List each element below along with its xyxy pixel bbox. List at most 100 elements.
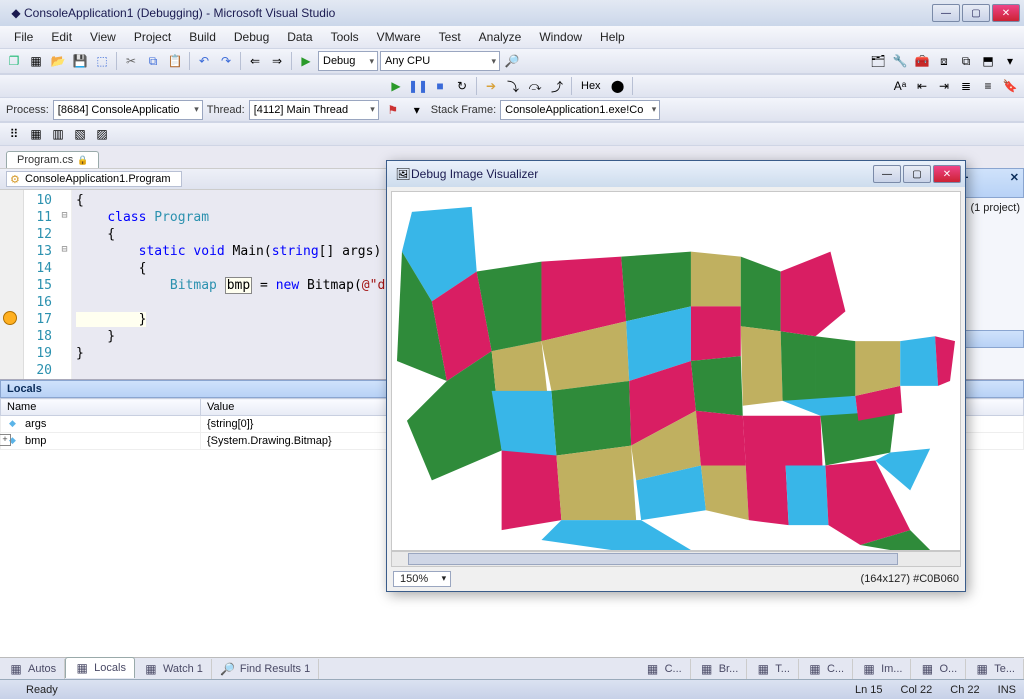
rtab[interactable]: ▦C... [799, 659, 853, 679]
text-editor-icon[interactable]: Aᵃ [890, 76, 910, 96]
standard-toolbar: ❐ ▦ 📂 💾 ⬚ ✂ ⧉ 📋 ↶ ↷ ⇐ ⇒ ▶ Debug Any CPU … [0, 48, 1024, 74]
nav-fwd-icon[interactable]: ⇒ [267, 51, 287, 71]
thread-filter-icon[interactable]: ▾ [407, 100, 427, 120]
step-into-icon[interactable]: ⤵ [503, 76, 523, 96]
redo-icon[interactable]: ↷ [216, 51, 236, 71]
toolbar-separator [116, 52, 117, 70]
rtab[interactable]: ▦Im... [853, 659, 911, 679]
thread-flag-icon[interactable]: ⚑ [383, 100, 403, 120]
current-statement-icon [3, 311, 17, 325]
zoom-dropdown[interactable]: 150% [393, 571, 451, 587]
stackframe-dropdown[interactable]: ConsoleApplication1.exe!Co [500, 100, 660, 120]
tool-icon[interactable]: ▦ [26, 124, 46, 144]
find-icon[interactable]: 🔎 [502, 51, 522, 71]
save-icon[interactable]: 💾 [70, 51, 90, 71]
menu-view[interactable]: View [82, 28, 124, 46]
thread-dropdown[interactable]: [4112] Main Thread [249, 100, 379, 120]
panel-close-icon[interactable]: ✕ [1010, 171, 1019, 195]
menu-build[interactable]: Build [181, 28, 224, 46]
add-item-icon[interactable]: ▦ [26, 51, 46, 71]
var-args[interactable]: args [1, 416, 201, 433]
viz-close-button[interactable]: ✕ [933, 165, 961, 183]
menu-edit[interactable]: Edit [43, 28, 80, 46]
step-out-icon[interactable]: ⤴ [547, 76, 567, 96]
menu-window[interactable]: Window [531, 28, 590, 46]
debug-image-visualizer-window[interactable]: 🖼 Debug Image Visualizer — ▢ ✕ [386, 160, 966, 592]
paste-icon[interactable]: 📋 [165, 51, 185, 71]
properties-icon[interactable]: 🔧 [890, 51, 910, 71]
rtab[interactable]: ▦T... [747, 659, 799, 679]
show-next-stmt-icon[interactable]: ➔ [481, 76, 501, 96]
start-debug-icon[interactable]: ▶ [296, 51, 316, 71]
tab-autos[interactable]: ▦Autos [0, 659, 65, 679]
copy-icon[interactable]: ⧉ [143, 51, 163, 71]
visualizer-canvas[interactable] [391, 191, 961, 551]
continue-icon[interactable]: ▶ [386, 76, 406, 96]
viz-minimize-button[interactable]: — [873, 165, 901, 183]
grip-icon: ⠿ [4, 124, 24, 144]
minimize-button[interactable]: — [932, 4, 960, 22]
menu-data[interactable]: Data [279, 28, 320, 46]
class-view-icon[interactable]: ⧈ [934, 51, 954, 71]
rtab[interactable]: ▦O... [911, 659, 966, 679]
bookmark-icon[interactable]: 🔖 [1000, 76, 1020, 96]
pixel-readout: (164x127) #C0B060 [861, 573, 959, 585]
uncomment-icon[interactable]: ≡ [978, 76, 998, 96]
visualizer-hscrollbar[interactable] [391, 551, 961, 567]
solution-explorer-icon[interactable]: 🗂 [868, 51, 888, 71]
rtab[interactable]: ▦Te... [966, 659, 1024, 679]
tab-watch1[interactable]: ▦Watch 1 [135, 659, 212, 679]
tool-icon[interactable]: ▥ [48, 124, 68, 144]
tab-locals[interactable]: ▦Locals [65, 657, 135, 678]
outdent-icon[interactable]: ⇥ [934, 76, 954, 96]
menu-help[interactable]: Help [592, 28, 633, 46]
object-browser-icon[interactable]: ⧉ [956, 51, 976, 71]
viz-maximize-button[interactable]: ▢ [903, 165, 931, 183]
process-dropdown[interactable]: [8684] ConsoleApplicatio [53, 100, 203, 120]
step-over-icon[interactable]: ⤼ [525, 76, 545, 96]
close-button[interactable]: ✕ [992, 4, 1020, 22]
rtab[interactable]: ▦C... [637, 659, 691, 679]
menu-debug[interactable]: Debug [226, 28, 277, 46]
new-project-icon[interactable]: ❐ [4, 51, 24, 71]
open-file-icon[interactable]: 📂 [48, 51, 68, 71]
visualizer-title: Debug Image Visualizer [411, 167, 873, 181]
class-breadcrumb[interactable]: ConsoleApplication1.Program [6, 171, 182, 187]
col-name[interactable]: Name [1, 399, 201, 416]
scroll-thumb[interactable] [408, 553, 898, 565]
menu-project[interactable]: Project [126, 28, 179, 46]
tab-findresults[interactable]: 🔎Find Results 1 [212, 659, 319, 679]
more-icon[interactable]: ▾ [1000, 51, 1020, 71]
tab-label: Program.cs [17, 154, 73, 166]
maximize-button[interactable]: ▢ [962, 4, 990, 22]
pin-icon[interactable]: 🔒 [77, 155, 88, 166]
solution-config-dropdown[interactable]: Debug [318, 51, 378, 71]
restart-icon[interactable]: ↻ [452, 76, 472, 96]
breakpoints-icon[interactable]: ⬤ [608, 76, 628, 96]
platform-dropdown[interactable]: Any CPU [380, 51, 500, 71]
menu-file[interactable]: File [6, 28, 41, 46]
tool-icon[interactable]: ▨ [92, 124, 112, 144]
status-col: Col 22 [901, 684, 933, 696]
nav-back-icon[interactable]: ⇐ [245, 51, 265, 71]
var-bmp[interactable]: bmp [1, 433, 201, 450]
rtab[interactable]: ▦Br... [691, 659, 748, 679]
menu-test[interactable]: Test [431, 28, 469, 46]
hex-toggle[interactable]: Hex [576, 76, 606, 96]
statusbar: Ready Ln 15 Col 22 Ch 22 INS [0, 679, 1024, 699]
cut-icon[interactable]: ✂ [121, 51, 141, 71]
save-all-icon[interactable]: ⬚ [92, 51, 112, 71]
indent-icon[interactable]: ⇤ [912, 76, 932, 96]
comment-icon[interactable]: ≣ [956, 76, 976, 96]
stop-icon[interactable]: ■ [430, 76, 450, 96]
undo-icon[interactable]: ↶ [194, 51, 214, 71]
toolbox-icon[interactable]: 🧰 [912, 51, 932, 71]
start-page-icon[interactable]: ⬒ [978, 51, 998, 71]
menu-tools[interactable]: Tools [323, 28, 367, 46]
tool-icon[interactable]: ▧ [70, 124, 90, 144]
app-icon: ◆ [8, 5, 24, 21]
pause-icon[interactable]: ❚❚ [408, 76, 428, 96]
menu-vmware[interactable]: VMware [369, 28, 429, 46]
tab-program-cs[interactable]: Program.cs 🔒 [6, 151, 99, 168]
menu-analyze[interactable]: Analyze [471, 28, 530, 46]
